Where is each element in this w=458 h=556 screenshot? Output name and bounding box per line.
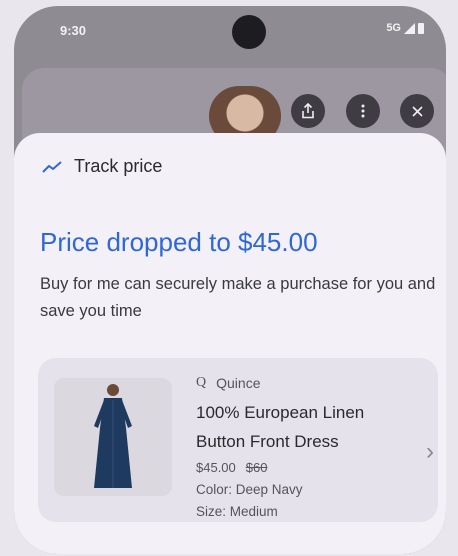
chevron-right-icon[interactable]: › [426,438,434,466]
product-image [54,378,172,496]
more-options-button[interactable] [346,94,380,128]
product-size: Size: Medium [196,504,278,519]
battery-icon [418,22,424,34]
phone-screen: 9:30 5G Track price Price dropped to $45… [14,6,446,554]
signal-icon [404,22,415,34]
camera-cutout [232,15,266,49]
trending-icon [42,160,62,173]
more-vert-icon [361,104,365,118]
close-icon [411,105,423,117]
product-card[interactable]: Q Quince 100% European Linen Button Fron… [38,358,438,522]
status-icons: 5G [386,22,424,34]
network-label: 5G [386,22,401,34]
track-price-label: Track price [74,156,163,176]
share-icon [302,103,314,119]
product-name: 100% European Linen Button Front Dress [196,403,365,451]
original-price: $60 [245,460,268,475]
track-price-toggle[interactable]: Track price [42,156,162,177]
price-drop-sheet: Track price Price dropped to $45.00 Buy … [14,133,446,554]
buy-for-me-description: Buy for me can securely make a purchase … [40,275,436,320]
price-row: $45.00 $60 [196,460,267,475]
merchant-row: Q Quince [196,375,260,391]
merchant-logo-icon: Q [196,375,207,390]
price-drop-headline: Price dropped to $45.00 [40,227,318,257]
merchant-name: Quince [216,375,261,391]
product-color: Color: Deep Navy [196,482,303,497]
close-button[interactable] [400,94,434,128]
current-price: $45.00 [196,460,236,475]
status-bar: 9:30 5G [14,6,446,50]
status-time: 9:30 [60,23,87,38]
share-button[interactable] [291,94,325,128]
